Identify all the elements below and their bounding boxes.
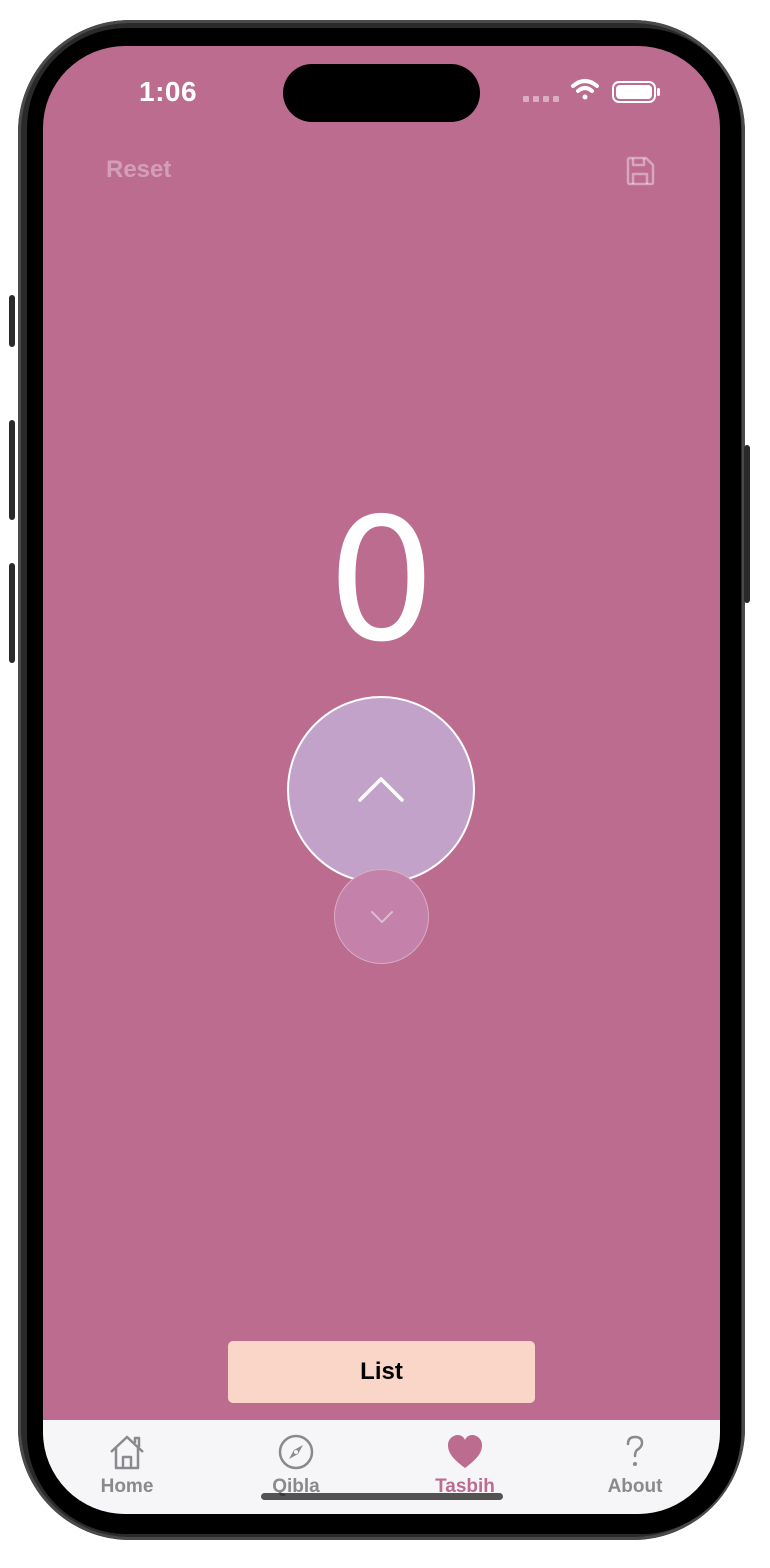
power-button <box>744 445 750 603</box>
house-icon <box>110 1435 144 1470</box>
tab-about[interactable]: About <box>575 1420 695 1514</box>
heart-icon <box>448 1435 482 1468</box>
home-indicator[interactable] <box>261 1493 503 1500</box>
increment-button[interactable] <box>287 696 475 884</box>
battery-icon <box>612 81 660 103</box>
dynamic-island <box>283 64 480 122</box>
compass-icon <box>278 1434 314 1470</box>
volume-down-button <box>9 563 15 663</box>
wifi-icon <box>571 79 599 100</box>
decrement-button[interactable] <box>334 869 429 964</box>
tab-home[interactable]: Home <box>67 1420 187 1514</box>
save-icon[interactable] <box>625 156 655 186</box>
list-button[interactable]: List <box>228 1341 535 1403</box>
tab-label-home: Home <box>100 1476 154 1497</box>
tasbih-screen: 1:06 Reset 0 List Home Qibla Tasbih Abou… <box>43 46 720 1514</box>
counter-value: 0 <box>327 482 436 680</box>
volume-up-button <box>9 420 15 520</box>
tab-label-about: About <box>607 1476 663 1497</box>
chevron-up-icon <box>358 777 404 802</box>
reset-button[interactable]: Reset <box>106 156 171 184</box>
question-icon <box>626 1435 644 1466</box>
status-icons <box>521 76 671 106</box>
action-button <box>9 295 15 347</box>
status-time: 1:06 <box>139 76 198 107</box>
chevron-down-icon <box>371 911 393 923</box>
cellular-icon <box>523 96 559 102</box>
